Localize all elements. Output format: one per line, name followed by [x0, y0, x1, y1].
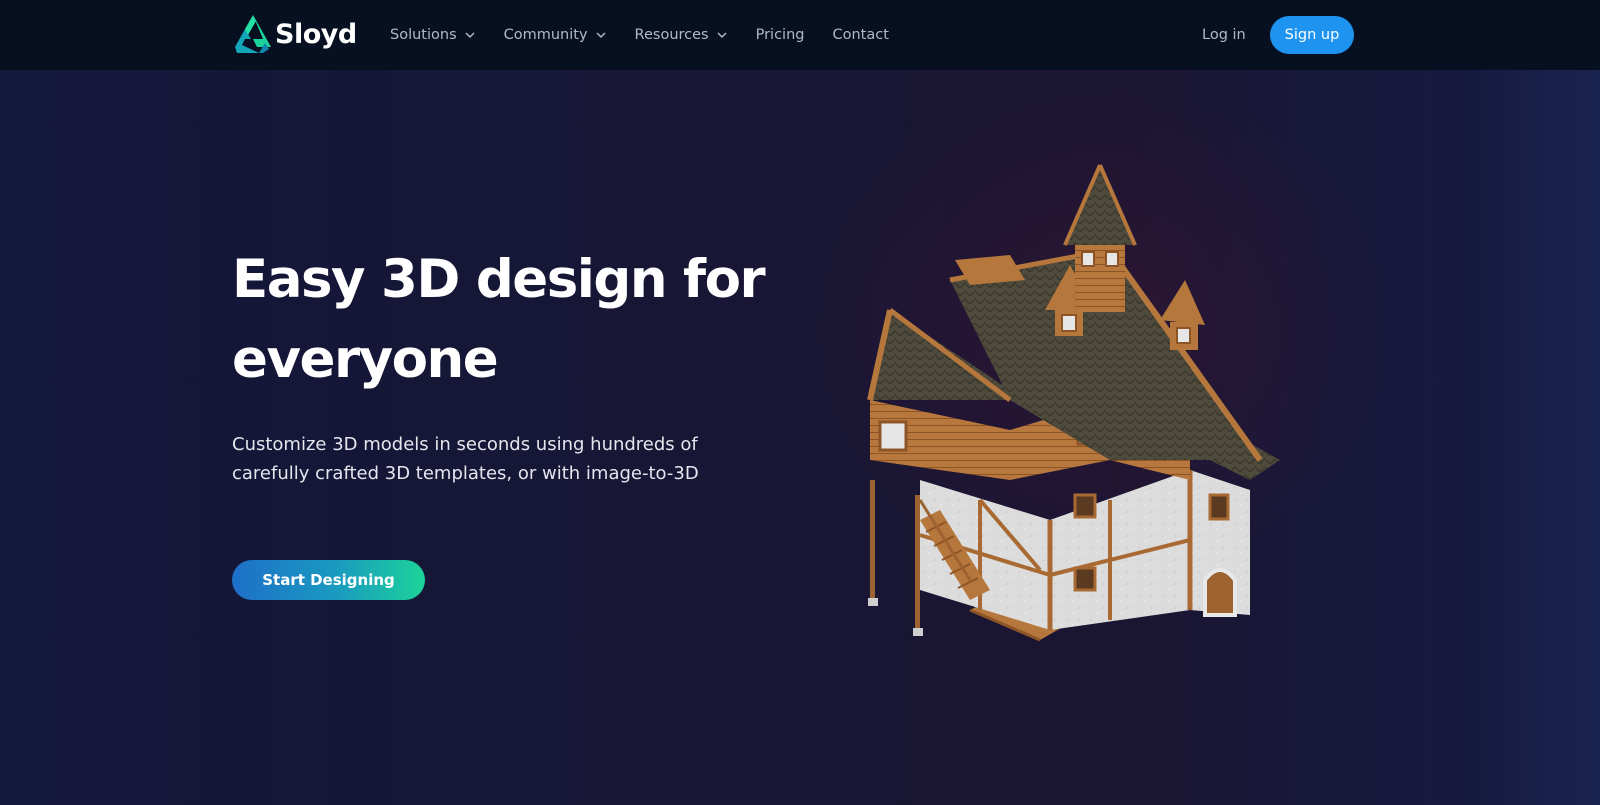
top-nav: Sloyd Solutions Community Resources Pric… [0, 0, 1600, 70]
nav-item-label: Solutions [390, 27, 457, 43]
nav-item-label: Contact [832, 27, 889, 43]
nav-item-solutions[interactable]: Solutions [390, 27, 476, 43]
chevron-down-icon [716, 29, 728, 41]
signup-button[interactable]: Sign up [1270, 16, 1354, 54]
main-nav: Solutions Community Resources Pricing Co… [390, 22, 917, 48]
house-3d-model-image [860, 160, 1310, 660]
nav-item-label: Pricing [755, 27, 805, 43]
brand-logo[interactable]: Sloyd [233, 12, 357, 56]
chevron-down-icon [464, 29, 476, 41]
hero-title: Easy 3D design for everyone [232, 240, 792, 400]
nav-item-pricing[interactable]: Pricing [756, 27, 805, 43]
nav-item-label: Community [503, 27, 588, 43]
nav-item-label: Resources [634, 27, 709, 43]
nav-item-community[interactable]: Community [504, 27, 607, 43]
chevron-down-icon [595, 29, 607, 41]
start-designing-button[interactable]: Start Designing [232, 560, 425, 600]
nav-item-resources[interactable]: Resources [635, 27, 728, 43]
hero-title-line2: everyone [232, 329, 499, 390]
page: Sloyd Solutions Community Resources Pric… [0, 0, 1600, 805]
hero-title-line1: Easy 3D design for [232, 249, 766, 310]
brand-name: Sloyd [275, 18, 357, 50]
nav-item-contact[interactable]: Contact [832, 27, 888, 43]
login-link[interactable]: Log in [1202, 22, 1246, 48]
sloyd-logo-icon [233, 13, 273, 55]
hero-subtitle: Customize 3D models in seconds using hun… [232, 434, 699, 484]
